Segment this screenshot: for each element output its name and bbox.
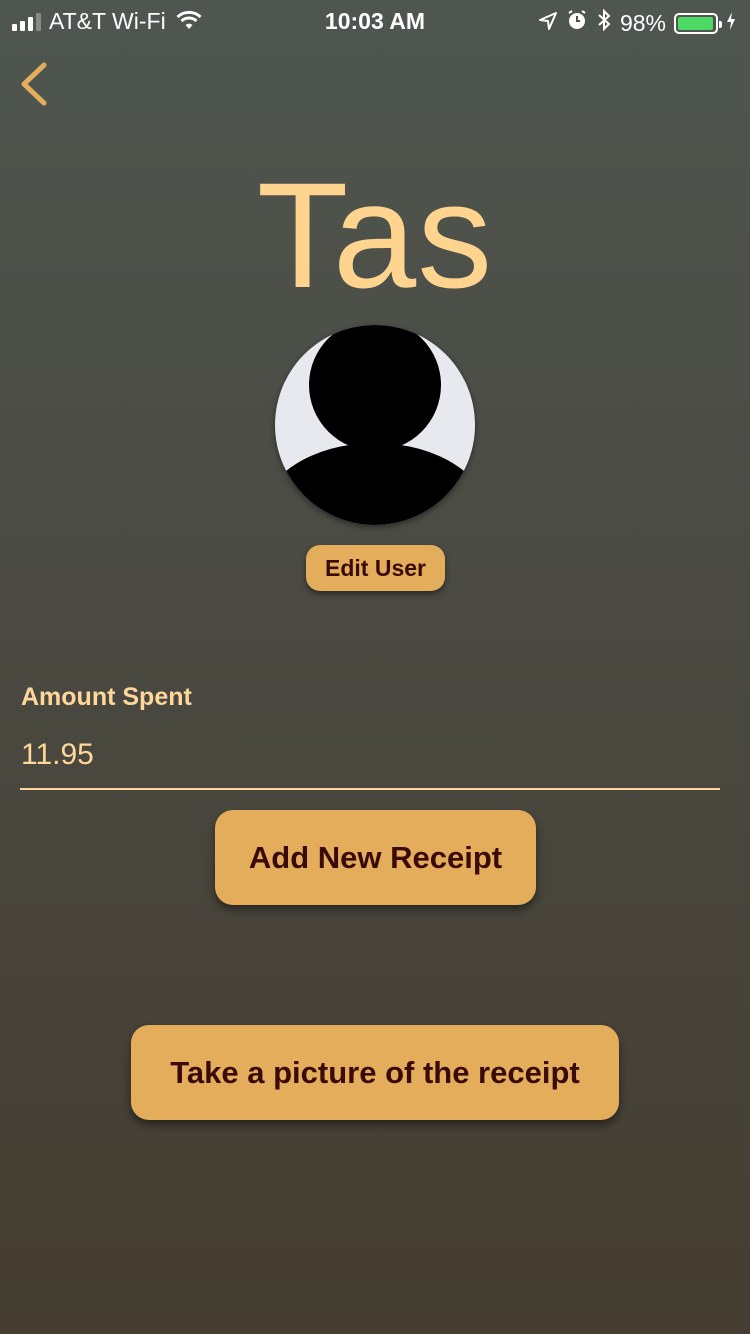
amount-spent-input[interactable] (21, 730, 720, 780)
location-icon (538, 10, 558, 37)
user-name-title: Tas (256, 151, 494, 319)
alarm-icon (566, 9, 588, 37)
add-new-receipt-button[interactable]: Add New Receipt (215, 810, 536, 905)
chevron-left-icon (14, 62, 58, 114)
avatar (275, 325, 475, 525)
battery-icon (674, 12, 722, 34)
status-bar: AT&T Wi-Fi 10:03 AM 98% (0, 0, 750, 40)
bluetooth-icon (596, 8, 612, 38)
back-button[interactable] (14, 58, 58, 110)
charging-icon (726, 10, 736, 37)
take-picture-button[interactable]: Take a picture of the receipt (131, 1025, 619, 1120)
amount-spent-label: Amount Spent (21, 683, 192, 711)
edit-user-button[interactable]: Edit User (306, 545, 445, 591)
status-right: 98% (538, 8, 736, 38)
default-user-silhouette-icon (275, 325, 475, 525)
battery-percent: 98% (619, 9, 666, 36)
amount-underline (20, 788, 720, 790)
